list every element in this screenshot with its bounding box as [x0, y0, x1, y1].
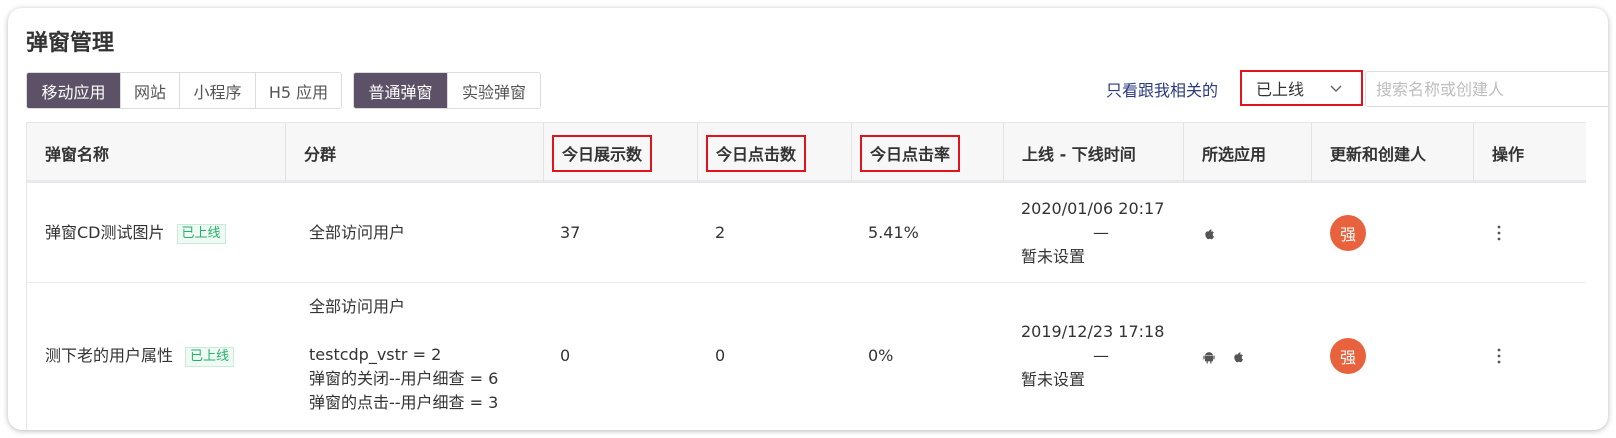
- status-select-value: 已上线: [1256, 80, 1305, 99]
- start-time: 2020/01/06 20:17: [1021, 199, 1165, 218]
- ctr-value: 5.41%: [868, 223, 919, 242]
- popup-name-cell: 弹窗CD测试图片 已上线: [45, 221, 226, 245]
- header-segment: 分群: [285, 123, 543, 183]
- time-separator: —: [1093, 346, 1109, 365]
- android-icon: [1203, 351, 1215, 364]
- header-actions: 操作: [1473, 123, 1587, 183]
- segment-item: 弹窗的关闭--用户细查 = 6: [309, 369, 499, 388]
- segment-item: 全部访问用户: [309, 297, 406, 316]
- tab-normal-popup[interactable]: 普通弹窗: [354, 73, 447, 108]
- time-cell: 2020/01/06 20:17 — 暂未设置: [1021, 197, 1164, 269]
- header-clicks-label: 今日点击数: [706, 134, 807, 172]
- header-popup-name: 弹窗名称: [45, 145, 110, 164]
- header-selected-apps: 所选应用: [1183, 123, 1311, 183]
- popup-type-tabs: 普通弹窗 实验弹窗: [353, 72, 541, 109]
- header-impressions-label: 今日展示数: [552, 134, 653, 172]
- apps-cell: [1201, 221, 1217, 245]
- chevron-down-icon: [1330, 85, 1342, 92]
- page-title: 弹窗管理: [26, 31, 115, 56]
- table-row: 测下老的用户属性 已上线 全部访问用户 testcdp_vstr = 2 弹窗的关…: [27, 283, 1586, 430]
- table-header: 弹窗名称 分群 今日展示数 今日点击数 今日点击率 上线 - 下线时间 所选应用…: [27, 123, 1586, 183]
- popup-table: 弹窗名称 分群 今日展示数 今日点击数 今日点击率 上线 - 下线时间 所选应用…: [26, 122, 1586, 430]
- time-separator: —: [1093, 223, 1109, 242]
- only-related-link[interactable]: 只看跟我相关的: [1106, 80, 1218, 102]
- avatar[interactable]: 强: [1330, 215, 1366, 251]
- popup-name[interactable]: 弹窗CD测试图片: [45, 223, 165, 242]
- popup-management-panel: 弹窗管理 移动应用 网站 小程序 H5 应用 普通弹窗 实验弹窗 只看跟我相关的…: [8, 8, 1608, 430]
- header-updater-creator: 更新和创建人: [1311, 123, 1473, 183]
- header-impressions: 今日展示数: [543, 123, 697, 183]
- more-actions-icon[interactable]: [1496, 224, 1502, 242]
- more-actions-icon[interactable]: [1496, 347, 1502, 365]
- clicks-value: 2: [715, 223, 726, 242]
- popup-name[interactable]: 测下老的用户属性: [45, 346, 173, 365]
- start-time: 2019/12/23 17:18: [1021, 322, 1165, 341]
- popup-name-cell: 测下老的用户属性 已上线: [45, 344, 235, 368]
- header-ctr-label: 今日点击率: [860, 134, 961, 172]
- ctr-value: 0%: [868, 346, 894, 365]
- segment-item: 弹窗的点击--用户细查 = 3: [309, 393, 499, 412]
- segment-item: 全部访问用户: [309, 223, 406, 242]
- tab-h5-app[interactable]: H5 应用: [255, 73, 341, 108]
- tab-mobile-app[interactable]: 移动应用: [27, 73, 120, 108]
- end-time: 暂未设置: [1021, 370, 1086, 389]
- impressions-value: 37: [560, 223, 581, 242]
- end-time: 暂未设置: [1021, 247, 1086, 266]
- header-clicks: 今日点击数: [697, 123, 851, 183]
- header-online-offline-time: 上线 - 下线时间: [1003, 123, 1183, 183]
- segment-spacer: [309, 319, 498, 343]
- apps-cell: [1201, 344, 1246, 368]
- apple-icon: [1234, 351, 1244, 362]
- tab-website[interactable]: 网站: [120, 73, 179, 108]
- time-cell: 2019/12/23 17:18 — 暂未设置: [1021, 320, 1164, 392]
- segment-cell: 全部访问用户: [309, 221, 405, 245]
- impressions-value: 0: [560, 346, 571, 365]
- platform-tabs: 移动应用 网站 小程序 H5 应用: [26, 72, 342, 109]
- segment-item: testcdp_vstr = 2: [309, 345, 442, 364]
- status-badge: 已上线: [185, 346, 235, 367]
- table-row: 弹窗CD测试图片 已上线 全部访问用户 37 2 5.41% 2020/01/06…: [27, 183, 1586, 283]
- status-select[interactable]: 已上线: [1240, 70, 1363, 106]
- search-input[interactable]: [1365, 71, 1608, 107]
- header-ctr: 今日点击率: [851, 123, 1003, 183]
- avatar[interactable]: 强: [1330, 338, 1366, 374]
- tab-experiment-popup[interactable]: 实验弹窗: [447, 73, 540, 108]
- segment-cell: 全部访问用户 testcdp_vstr = 2 弹窗的关闭--用户细查 = 6 …: [309, 295, 498, 415]
- tab-mini-program[interactable]: 小程序: [179, 73, 255, 108]
- apple-icon: [1205, 228, 1214, 239]
- status-badge: 已上线: [176, 223, 226, 244]
- clicks-value: 0: [715, 346, 726, 365]
